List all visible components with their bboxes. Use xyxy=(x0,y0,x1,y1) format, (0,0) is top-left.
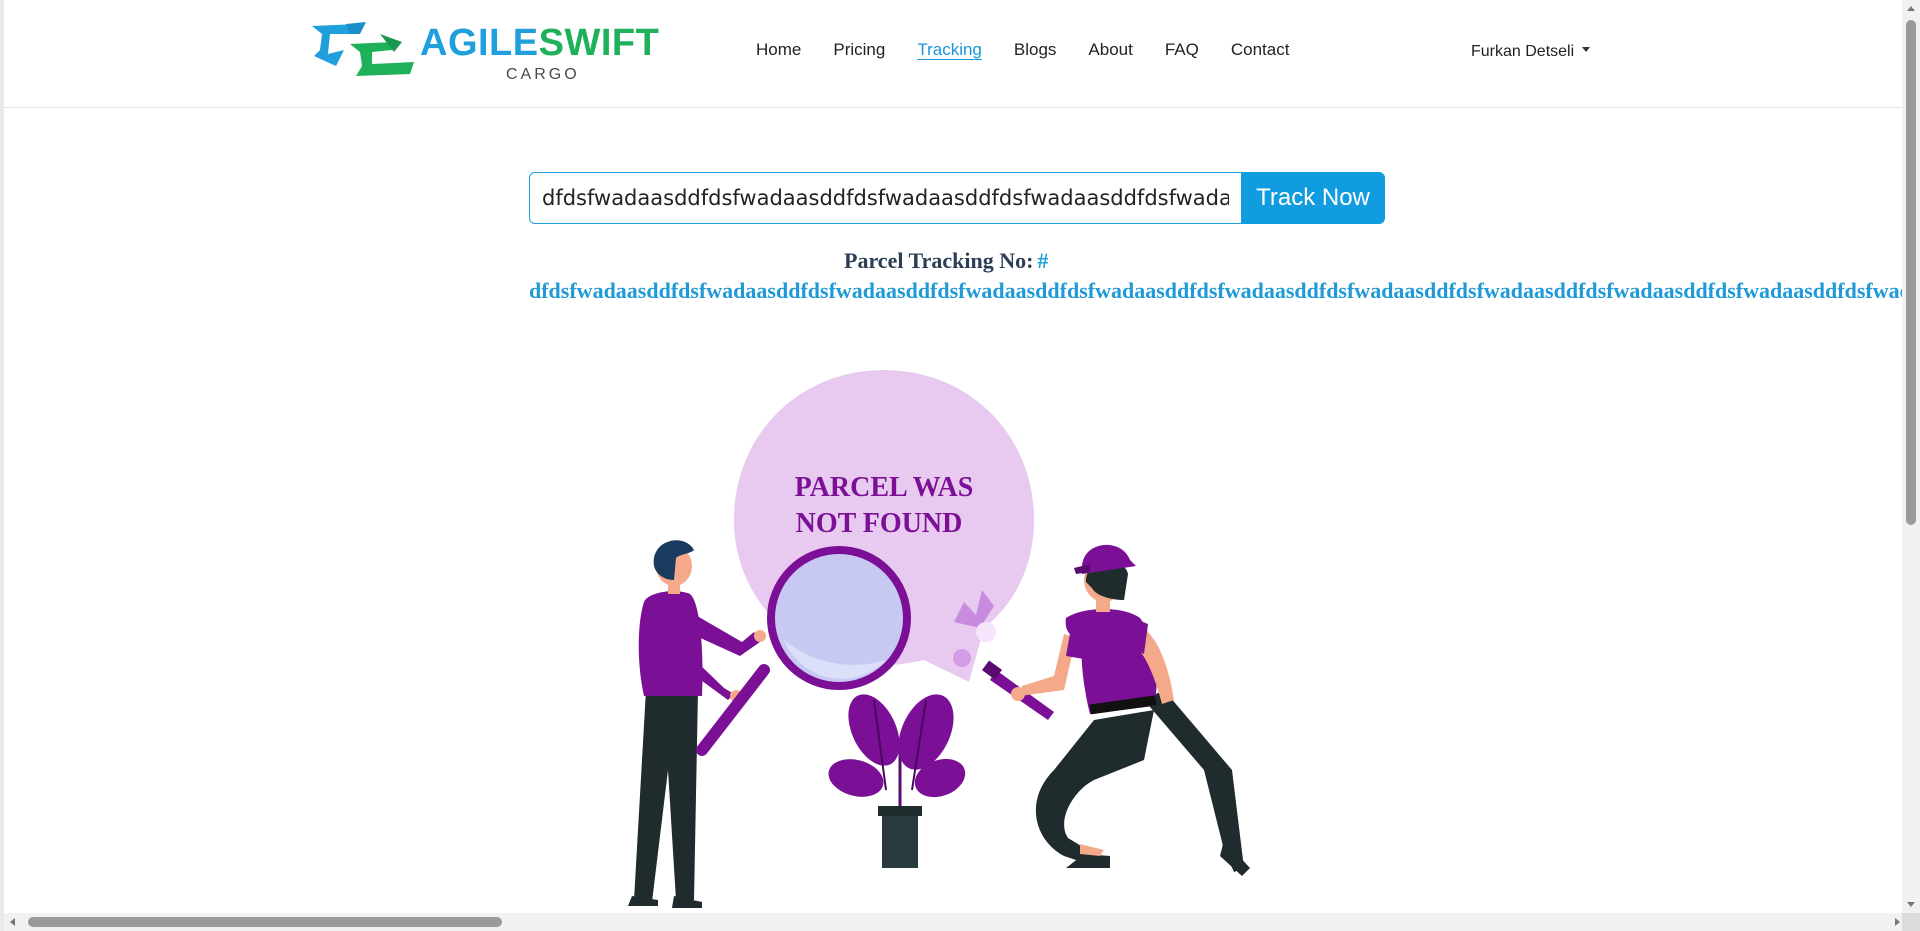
brand-logo[interactable]: AGILESWIFT CARGO xyxy=(310,20,665,86)
main-nav: Home Pricing Tracking Blogs About FAQ Co… xyxy=(756,40,1321,60)
track-now-button[interactable]: Track Now xyxy=(1241,172,1385,224)
tracking-number-input[interactable] xyxy=(529,172,1241,224)
nav-blogs[interactable]: Blogs xyxy=(1014,40,1057,60)
nav-contact[interactable]: Contact xyxy=(1231,40,1290,60)
scroll-down-arrow-icon[interactable] xyxy=(1907,902,1915,907)
horizontal-scrollbar[interactable] xyxy=(4,913,1906,931)
scrollbar-corner xyxy=(1902,913,1920,931)
courier-with-flashlight xyxy=(982,544,1250,876)
nav-home[interactable]: Home xyxy=(756,40,801,60)
not-found-line2: NOT FOUND xyxy=(796,508,963,539)
nav-about[interactable]: About xyxy=(1088,40,1132,60)
not-found-line1: PARCEL WAS xyxy=(795,472,974,503)
logo-text-agile: AGILE xyxy=(420,22,539,64)
browser-viewport: AGILESWIFT CARGO Home Pricing Tracking B… xyxy=(0,0,1920,931)
tracking-label-text: Parcel Tracking No: xyxy=(844,248,1034,273)
logo-subtitle: CARGO xyxy=(506,66,580,83)
scroll-right-arrow-icon[interactable] xyxy=(1895,918,1900,926)
tracking-hash: # xyxy=(1037,248,1049,273)
nav-pricing[interactable]: Pricing xyxy=(833,40,885,60)
navbar: AGILESWIFT CARGO Home Pricing Tracking B… xyxy=(4,0,1902,108)
horizontal-scroll-thumb[interactable] xyxy=(28,917,502,927)
user-name: Furkan Detseli xyxy=(1471,43,1575,60)
parcel-not-found-illustration: PARCEL WAS NOT FOUND xyxy=(628,370,1250,908)
vertical-scroll-thumb[interactable] xyxy=(1906,20,1916,525)
man-with-magnifier xyxy=(628,540,766,908)
vertical-scrollbar[interactable] xyxy=(1902,0,1920,913)
scroll-up-arrow-icon[interactable] xyxy=(1907,6,1915,11)
logo-arrows-icon xyxy=(312,22,414,76)
potted-plant xyxy=(828,694,966,868)
parcel-tracking-heading: Parcel Tracking No: # xyxy=(844,248,1048,274)
tracking-number-value: dfdsfwadaasddfdsfwadaasddfdsfwadaasddfds… xyxy=(529,278,1907,303)
chevron-down-icon xyxy=(1582,47,1591,53)
user-dropdown[interactable]: Furkan Detseli xyxy=(1471,43,1591,61)
scroll-left-arrow-icon[interactable] xyxy=(10,918,15,926)
logo-text-swift: SWIFT xyxy=(538,22,660,64)
logo-wordmark: AGILESWIFT xyxy=(420,22,659,65)
nav-faq[interactable]: FAQ xyxy=(1165,40,1199,60)
tracking-search-form: Track Now xyxy=(529,172,1385,224)
nav-tracking[interactable]: Tracking xyxy=(917,40,982,60)
